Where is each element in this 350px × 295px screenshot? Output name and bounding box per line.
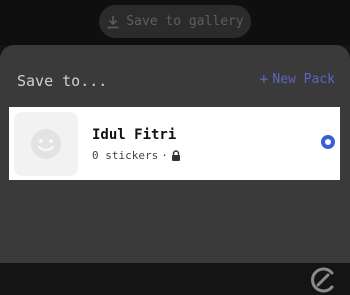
pack-selected-radio[interactable] <box>321 135 335 149</box>
sheet-title: Save to... <box>17 72 108 90</box>
watermark-logo-icon <box>311 267 334 293</box>
smiley-icon <box>31 129 61 159</box>
pack-thumbnail <box>14 112 78 176</box>
pack-meta: 0 stickers · <box>92 149 181 162</box>
meta-separator: · <box>161 149 168 162</box>
sticker-count: 0 stickers <box>92 149 159 162</box>
new-pack-label: New Pack <box>272 72 335 87</box>
lock-icon <box>171 150 180 161</box>
save-to-sheet: Save to... + New Pack Idul Fitri 0 stick… <box>0 45 350 293</box>
pack-row-idul-fitri[interactable]: Idul Fitri 0 stickers · <box>9 107 340 180</box>
new-pack-button[interactable]: + New Pack <box>259 70 335 88</box>
plus-icon: + <box>259 70 269 88</box>
save-to-gallery-button[interactable]: Save to gallery <box>99 5 251 38</box>
save-to-gallery-label: Save to gallery <box>126 14 244 29</box>
top-bar: Save to gallery <box>0 0 350 45</box>
download-icon <box>107 15 119 28</box>
radio-dot <box>325 139 331 145</box>
pack-name: Idul Fitri <box>92 127 177 143</box>
